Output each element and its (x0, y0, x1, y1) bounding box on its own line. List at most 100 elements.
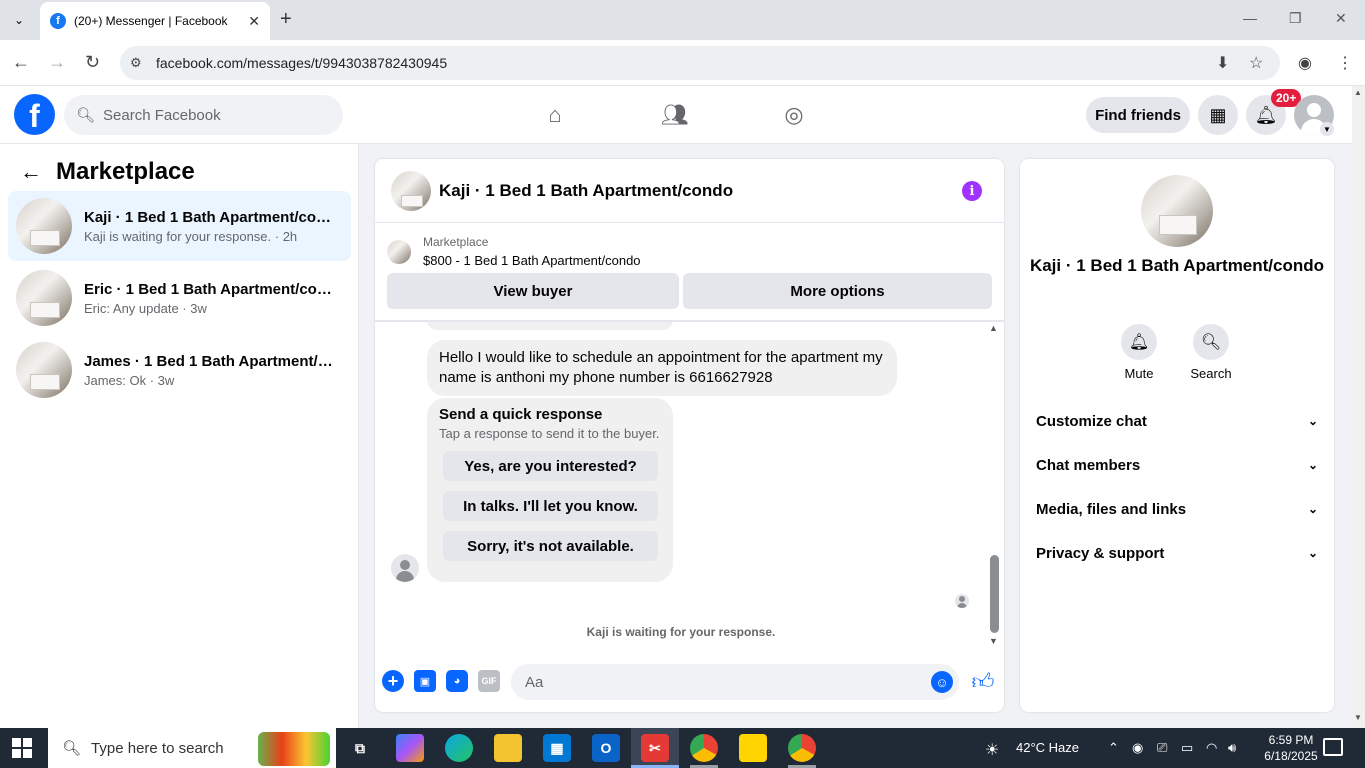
edge-icon[interactable] (445, 734, 473, 762)
quick-response-not-available-button[interactable]: Sorry, it's not available. (443, 531, 658, 561)
page-scroll-up-icon[interactable]: ▲ (1354, 88, 1362, 97)
bookmark-star-icon[interactable]: ☆ (1249, 53, 1263, 73)
facebook-header: f 🔍︎ Search Facebook ⌂ 👥︎ ◎ Find friends… (0, 86, 1352, 144)
search-highlight-image[interactable] (258, 732, 330, 766)
view-buyer-button[interactable]: View buyer (387, 273, 679, 309)
chat-title[interactable]: Kaji · 1 Bed 1 Bath Apartment/condo (439, 181, 733, 201)
conversation-item-james[interactable]: James · 1 Bed 1 Bath Apartment/condo Jam… (8, 335, 351, 405)
customize-chat-section[interactable]: Customize chat ⌄ (1036, 401, 1318, 441)
store-icon[interactable]: ▦ (543, 734, 571, 762)
listing-thumbnail (16, 270, 72, 326)
back-arrow-icon[interactable]: ← (20, 159, 42, 185)
chevron-down-icon: ⌄ (1307, 414, 1318, 428)
restore-button[interactable]: ❐ (1289, 10, 1302, 27)
page-scroll-down-icon[interactable]: ▼ (1354, 713, 1362, 722)
browser-menu-icon[interactable]: ⋮ (1337, 53, 1353, 73)
quick-response-interested-button[interactable]: Yes, are you interested? (443, 451, 658, 481)
profile-icon[interactable]: ◉ (1298, 53, 1312, 73)
search-in-chat-button[interactable]: 🔍︎ Search (1181, 324, 1241, 381)
facebook-logo-icon[interactable]: f (14, 94, 55, 135)
listing-thumbnail (16, 342, 72, 398)
privacy-support-section[interactable]: Privacy & support ⌄ (1036, 533, 1318, 573)
listing-actions: View buyer More options (387, 273, 992, 309)
friends-icon[interactable]: 👥︎ (660, 101, 690, 129)
sticker-icon[interactable]: ◕ (446, 670, 468, 692)
battery-icon[interactable]: ▭ (1181, 740, 1193, 756)
home-icon[interactable]: ⌂ (540, 101, 570, 129)
find-friends-button[interactable]: Find friends (1086, 97, 1190, 133)
weather-icon[interactable]: ☀ (985, 740, 999, 760)
account-chevron-down-icon[interactable]: ▼ (1320, 122, 1334, 136)
media-files-links-section[interactable]: Media, files and links ⌄ (1036, 489, 1318, 529)
more-options-button[interactable]: More options (683, 273, 992, 309)
chevron-down-icon: ⌄ (1307, 458, 1318, 472)
windows-taskbar: 🔍︎ Type here to search ⧉ ▦ O ✂ ☀ 42°C Ha… (0, 728, 1365, 768)
file-explorer-icon[interactable] (494, 734, 522, 762)
listing-label: Marketplace (423, 235, 489, 249)
browser-tab[interactable]: f (20+) Messenger | Facebook ✕ (40, 2, 270, 40)
section-label: Privacy & support (1036, 544, 1165, 562)
groups-icon[interactable]: ◎ (779, 101, 809, 129)
conversation-preview: Eric: Any update · 3w (84, 300, 207, 316)
page-scrollbar[interactable]: ▲ ▼ (1352, 86, 1365, 728)
chrome-profile-icon[interactable] (690, 734, 718, 762)
task-view-icon[interactable]: ⧉ (346, 734, 374, 762)
show-hidden-icons-icon[interactable]: ⌃ (1108, 740, 1119, 756)
chrome-icon[interactable] (788, 734, 816, 762)
windows-start-icon[interactable] (12, 738, 32, 758)
chat-listing-thumbnail[interactable] (391, 170, 431, 211)
sidebar-title: Marketplace (56, 158, 195, 185)
quick-response-in-talks-button[interactable]: In talks. I'll let you know. (443, 491, 658, 521)
previous-message-bubble (427, 322, 673, 330)
plus-icon[interactable]: + (382, 670, 404, 692)
meet-icon[interactable]: ⎚ (1157, 740, 1167, 756)
tab-close-icon[interactable]: ✕ (248, 13, 260, 30)
notification-center-icon[interactable] (1323, 738, 1343, 756)
record-icon[interactable]: ◉ (1132, 740, 1143, 756)
conversation-name: James · 1 Bed 1 Bath Apartment/condo (84, 352, 339, 370)
thumbs-up-icon[interactable]: 👍︎ (970, 668, 996, 694)
wifi-icon[interactable]: ◠ (1206, 740, 1217, 756)
conversation-preview: Kaji is waiting for your response. · 2h (84, 228, 298, 244)
site-info-icon[interactable]: ⚙ (130, 55, 142, 71)
volume-icon[interactable]: 🔊︎ (1228, 740, 1236, 756)
forward-button[interactable]: → (48, 52, 66, 73)
scroll-down-arrow-icon[interactable]: ▼ (989, 636, 998, 646)
conversation-item-eric[interactable]: Eric · 1 Bed 1 Bath Apartment/condo Eric… (8, 263, 351, 333)
chat-scroll-thumb[interactable] (990, 555, 999, 633)
scroll-up-arrow-icon[interactable]: ▲ (989, 323, 998, 333)
bell-icon: 🔔︎ (1121, 324, 1157, 360)
facebook-favicon-icon: f (50, 13, 66, 29)
photo-icon[interactable]: ▣ (414, 670, 436, 692)
sender-avatar (391, 554, 419, 582)
back-button[interactable]: ← (12, 52, 30, 73)
close-window-button[interactable]: ✕ (1335, 10, 1347, 27)
search-icon: 🔍︎ (62, 740, 82, 757)
weather-text[interactable]: 42°C Haze (1016, 740, 1079, 755)
chat-members-section[interactable]: Chat members ⌄ (1036, 445, 1318, 485)
copilot-icon[interactable] (396, 734, 424, 762)
snipping-tool-icon[interactable]: ✂ (641, 734, 669, 762)
chevron-down-icon: ⌄ (1307, 502, 1318, 516)
message-input[interactable] (511, 664, 959, 700)
sticky-notes-icon[interactable] (739, 734, 767, 762)
sidebar-header: ← Marketplace (20, 158, 195, 186)
new-tab-button[interactable]: + (280, 8, 292, 31)
gif-icon[interactable]: GIF (478, 670, 500, 692)
facebook-search[interactable]: 🔍︎ Search Facebook (64, 95, 343, 135)
listing-summary[interactable]: Marketplace $800 - 1 Bed 1 Bath Apartmen… (387, 235, 641, 268)
install-app-icon[interactable]: ⬇ (1216, 53, 1229, 73)
chat-panel: Kaji · 1 Bed 1 Bath Apartment/condo i Ma… (375, 159, 1004, 712)
mute-button[interactable]: 🔔︎ Mute (1109, 324, 1169, 381)
emoji-icon[interactable]: ☺ (931, 671, 953, 693)
taskbar-clock[interactable]: 6:59 PM 6/18/2025 (1262, 732, 1320, 764)
reload-button[interactable]: ↻ (85, 52, 100, 73)
conversation-item-kaji[interactable]: Kaji · 1 Bed 1 Bath Apartment/condo Kaji… (8, 191, 351, 261)
tab-search-menu[interactable]: ⌄ (8, 10, 30, 30)
outlook-icon[interactable]: O (592, 734, 620, 762)
url-bar[interactable]: ⚙ facebook.com/messages/t/99430387824309… (120, 46, 1280, 80)
menu-grid-icon[interactable]: ▦ (1198, 95, 1238, 135)
minimize-button[interactable]: — (1243, 10, 1257, 26)
seen-avatar (955, 594, 969, 608)
info-icon[interactable]: i (962, 181, 982, 201)
